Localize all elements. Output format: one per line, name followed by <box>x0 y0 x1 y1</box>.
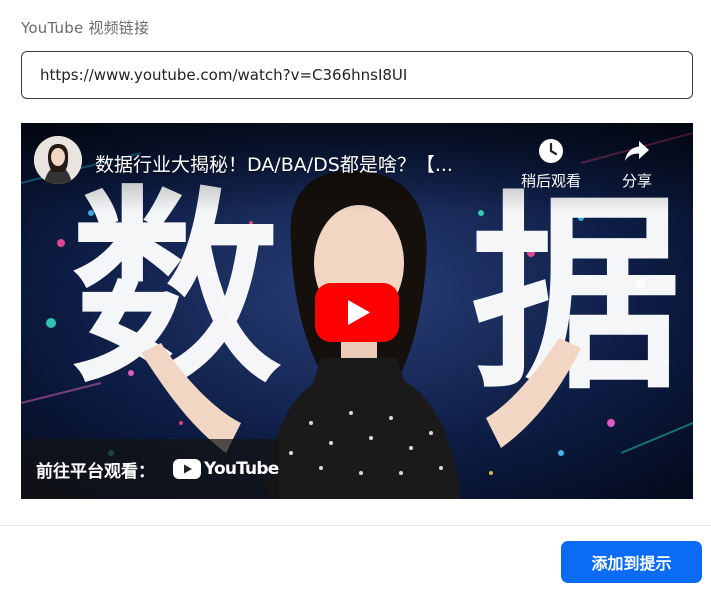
share-label: 分享 <box>621 172 652 190</box>
watch-later-label: 稍后观看 <box>520 172 581 190</box>
share-arrow-icon <box>625 141 649 161</box>
add-to-prompt-button[interactable]: 添加到提示 <box>561 541 702 583</box>
platform-name: YouTube <box>204 459 279 479</box>
footer-divider <box>0 525 711 526</box>
video-embed[interactable]: 数 据 数据行业大揭秘！DA/BA/DS都是啥？【... 稍后观看 分享 前往平… <box>21 123 693 499</box>
play-icon <box>315 283 399 342</box>
play-button[interactable] <box>315 283 399 342</box>
youtube-logo[interactable]: YouTube <box>173 459 279 479</box>
channel-avatar[interactable] <box>34 136 82 184</box>
clock-icon <box>539 139 563 163</box>
watch-on-label: 前往平台观看： <box>36 461 155 482</box>
share-button[interactable]: 分享 <box>609 138 665 191</box>
youtube-url-input[interactable] <box>21 51 693 99</box>
watch-on-youtube-bar[interactable]: 前往平台观看： YouTube <box>21 439 279 499</box>
watch-later-button[interactable]: 稍后观看 <box>515 138 587 191</box>
youtube-logo-icon <box>173 459 201 479</box>
video-title[interactable]: 数据行业大揭秘！DA/BA/DS都是啥？【... <box>95 150 495 177</box>
youtube-link-label: YouTube 视频链接 <box>21 19 150 37</box>
